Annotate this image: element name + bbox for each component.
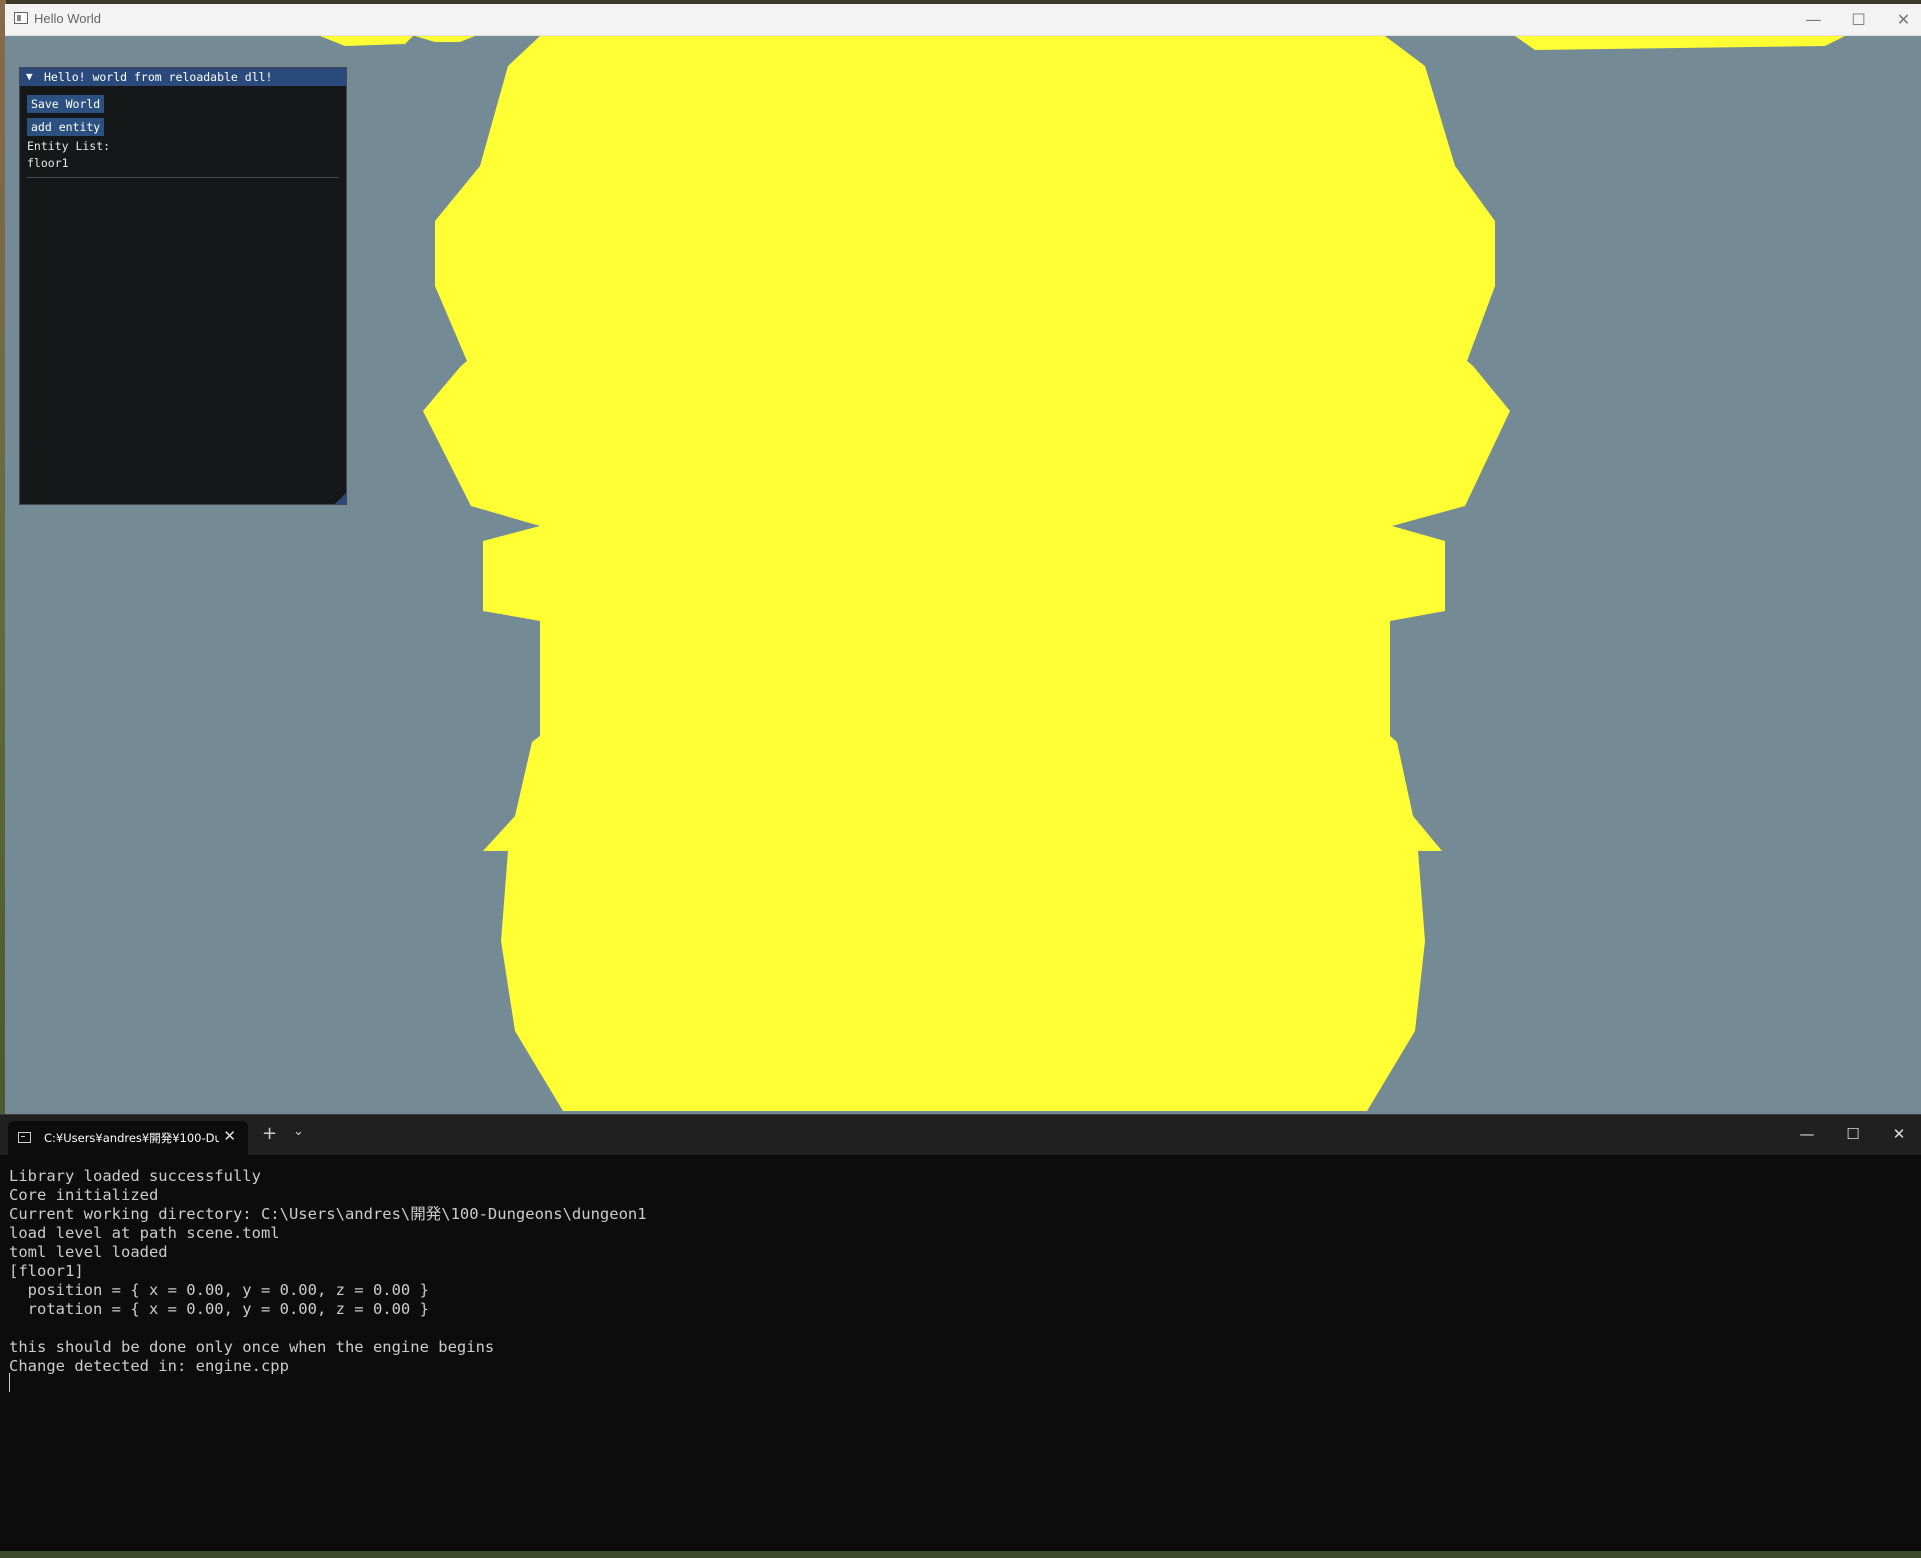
- terminal-line: Current working directory: C:\Users\andr…: [9, 1205, 647, 1223]
- terminal-close-button[interactable]: ✕: [1876, 1119, 1921, 1149]
- imgui-panel-titlebar[interactable]: ▼ Hello! world from reloadable dll!: [20, 68, 346, 86]
- tab-dropdown-chevron-icon[interactable]: ⌄: [293, 1124, 304, 1139]
- hello-world-window: Hello World — ☐ ✕ ▼ Hello! world from re…: [5, 4, 1921, 1114]
- maximize-button[interactable]: ☐: [1836, 4, 1881, 35]
- terminal-tabbar[interactable]: C:¥Users¥andres¥開発¥100-Du ✕ + ⌄ — ☐ ✕: [0, 1115, 1921, 1155]
- terminal-window: C:¥Users¥andres¥開発¥100-Du ✕ + ⌄ — ☐ ✕ Li…: [0, 1114, 1921, 1551]
- close-button[interactable]: ✕: [1881, 4, 1921, 35]
- add-entity-button[interactable]: add entity: [27, 118, 105, 136]
- terminal-output[interactable]: Library loaded successfully Core initial…: [9, 1167, 647, 1376]
- terminal-line: [floor1]: [9, 1262, 84, 1280]
- terminal-tab-title: C:¥Users¥andres¥開発¥100-Du: [44, 1131, 219, 1145]
- terminal-icon: [18, 1132, 31, 1143]
- imgui-debug-panel[interactable]: ▼ Hello! world from reloadable dll! Save…: [19, 67, 347, 505]
- imgui-separator: [27, 177, 339, 178]
- terminal-line: rotation = { x = 0.00, y = 0.00, z = 0.0…: [9, 1300, 429, 1318]
- terminal-line: load level at path scene.toml: [9, 1224, 280, 1242]
- new-tab-button[interactable]: +: [262, 1123, 277, 1144]
- terminal-line: toml level loaded: [9, 1243, 168, 1261]
- terminal-line: Library loaded successfully: [9, 1167, 261, 1185]
- save-world-button[interactable]: Save World: [27, 95, 105, 113]
- terminal-line: position = { x = 0.00, y = 0.00, z = 0.0…: [9, 1281, 429, 1299]
- terminal-maximize-button[interactable]: ☐: [1830, 1119, 1876, 1149]
- minimize-button[interactable]: —: [1791, 4, 1836, 35]
- imgui-panel-title: Hello! world from reloadable dll!: [44, 70, 273, 84]
- terminal-minimize-button[interactable]: —: [1784, 1119, 1830, 1149]
- app-titlebar[interactable]: Hello World — ☐ ✕: [5, 4, 1921, 36]
- collapse-arrow-icon[interactable]: ▼: [26, 70, 33, 83]
- terminal-tab[interactable]: C:¥Users¥andres¥開発¥100-Du ✕: [8, 1121, 248, 1155]
- resize-grip-icon[interactable]: [335, 493, 346, 504]
- tab-close-icon[interactable]: ✕: [223, 1127, 236, 1145]
- app-window-icon: [14, 12, 28, 24]
- app-window-title: Hello World: [34, 11, 101, 26]
- entity-list-item[interactable]: floor1: [27, 156, 69, 170]
- desktop-taskbar-edge: [0, 1550, 1921, 1558]
- entity-list-label: Entity List:: [27, 139, 111, 153]
- text-cursor: [9, 1373, 10, 1392]
- yellow-mesh: [423, 36, 1510, 1111]
- terminal-line: Change detected in: engine.cpp: [9, 1357, 289, 1375]
- terminal-line: this should be done only once when the e…: [9, 1338, 495, 1356]
- terminal-line: Core initialized: [9, 1186, 159, 1204]
